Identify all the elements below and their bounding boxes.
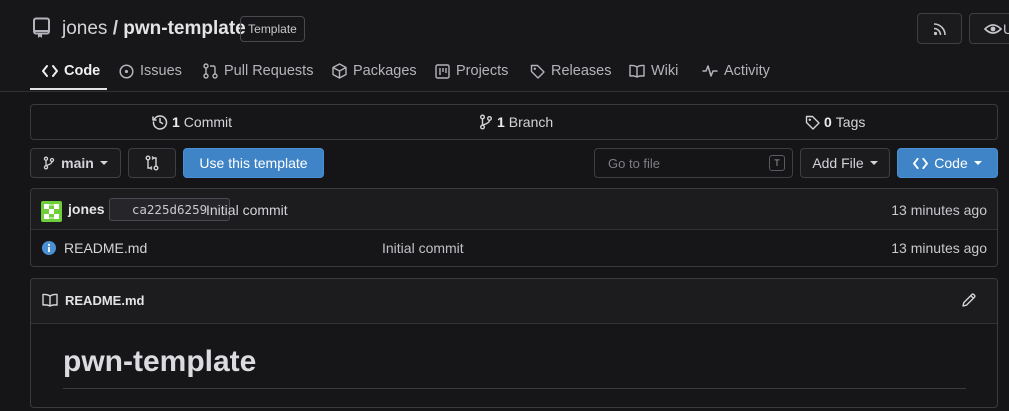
chevron-down-icon	[973, 161, 982, 165]
issue-icon	[119, 63, 134, 79]
book-icon	[629, 64, 645, 78]
compare-icon	[145, 155, 159, 171]
repo-name-link[interactable]: pwn-template	[123, 18, 245, 39]
template-badge: Template	[240, 16, 305, 42]
tab-label: Projects	[456, 63, 509, 79]
commit-time: 13 minutes ago	[891, 202, 987, 218]
readme-header: README.md	[31, 279, 997, 324]
file-commit-time: 13 minutes ago	[891, 240, 987, 256]
tab-label: Issues	[140, 63, 182, 79]
commit-message-link[interactable]: Initial commit	[206, 202, 288, 218]
branch-name: main	[61, 155, 94, 171]
pencil-icon	[961, 292, 977, 308]
commit-author-link[interactable]: jones	[68, 201, 105, 217]
commits-stat-link[interactable]: 1 Commit	[152, 105, 232, 139]
go-to-file: T	[594, 148, 793, 178]
latest-commit-row: jones ca225d6259 Initial commit 13 minut…	[31, 189, 997, 230]
file-commit-message-link[interactable]: Initial commit	[382, 240, 464, 256]
history-icon	[152, 114, 168, 130]
table-row: README.md Initial commit 13 minutes ago	[31, 230, 997, 266]
code-icon	[913, 157, 929, 170]
watch-label: U	[1003, 21, 1009, 37]
tab-issues[interactable]: Issues	[119, 52, 182, 90]
rss-feed-button[interactable]	[917, 13, 962, 44]
branch-icon	[43, 156, 55, 170]
branch-icon	[479, 114, 493, 130]
tab-code[interactable]: Code	[42, 52, 100, 90]
tab-label: Packages	[353, 63, 417, 79]
readme-file-label: README.md	[65, 293, 145, 308]
branches-label: Branch	[508, 114, 554, 130]
book-icon	[42, 293, 58, 307]
commits-count: 1	[172, 114, 180, 130]
tags-count: 0	[824, 114, 832, 130]
repo-separator: /	[112, 18, 118, 39]
repo-title: jones / pwn-template	[62, 17, 246, 41]
file-list: jones ca225d6259 Initial commit 13 minut…	[30, 188, 998, 267]
tab-label: Activity	[724, 63, 770, 79]
code-clone-button[interactable]: Code	[897, 148, 998, 178]
tab-label: Releases	[551, 63, 612, 79]
compare-button[interactable]	[128, 148, 176, 178]
tab-wiki[interactable]: Wiki	[629, 52, 678, 90]
branches-stat-link[interactable]: 1 Branch	[479, 105, 553, 139]
tab-activity[interactable]: Activity	[702, 52, 770, 90]
go-to-file-input[interactable]	[595, 149, 765, 177]
code-icon	[42, 64, 58, 78]
tags-stat-link[interactable]: 0 Tags	[805, 105, 865, 139]
file-name-link[interactable]: README.md	[64, 240, 147, 256]
add-file-button[interactable]: Add File	[800, 148, 890, 178]
tags-label: Tags	[835, 114, 866, 130]
keyboard-shortcut-badge: T	[769, 155, 785, 171]
tab-projects[interactable]: Projects	[435, 52, 508, 90]
tab-pull-requests[interactable]: Pull Requests	[203, 52, 313, 90]
pulse-icon	[702, 64, 718, 78]
heading-divider	[63, 388, 966, 389]
tab-label: Code	[64, 63, 101, 79]
chevron-down-icon	[869, 161, 878, 165]
repo-owner-link[interactable]: jones	[62, 18, 107, 39]
tab-label: Pull Requests	[224, 63, 314, 79]
repo-header: jones / pwn-template Template U Code Iss…	[0, 0, 1009, 92]
package-icon	[332, 63, 347, 79]
use-template-button[interactable]: Use this template	[183, 148, 324, 178]
readme-heading: pwn-template	[63, 345, 257, 378]
active-tab-indicator	[30, 88, 107, 90]
add-file-label: Add File	[812, 155, 864, 171]
tab-packages[interactable]: Packages	[332, 52, 417, 90]
code-button-label: Code	[934, 155, 968, 171]
chevron-down-icon	[99, 161, 108, 165]
readme-panel: README.md pwn-template	[30, 278, 998, 408]
pull-request-icon	[203, 63, 218, 79]
branches-count: 1	[497, 114, 505, 130]
edit-readme-button[interactable]	[961, 292, 977, 308]
repo-stats-bar: 1 Commit 1 Branch 0 Tags	[30, 104, 998, 140]
tag-icon	[530, 64, 545, 79]
info-icon	[42, 241, 56, 255]
tag-icon	[805, 115, 820, 130]
watch-button[interactable]: U	[969, 13, 1009, 44]
branch-selector[interactable]: main	[30, 148, 121, 178]
commits-label: Commit	[183, 114, 233, 130]
project-icon	[435, 63, 450, 79]
repo-icon	[32, 17, 52, 39]
tab-releases[interactable]: Releases	[530, 52, 611, 90]
tab-label: Wiki	[651, 63, 679, 79]
